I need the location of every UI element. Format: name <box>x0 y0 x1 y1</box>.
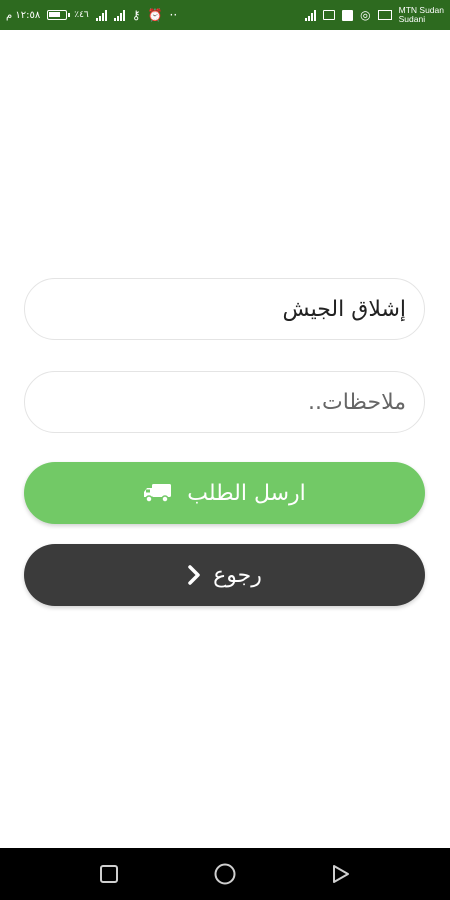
status-bar: ١٢:٥٨ م ٪٤٦ ⚷ ⏰ ·· ◎ MTN Sudan Sudani <box>0 0 450 30</box>
navigation-bar <box>0 848 450 900</box>
dots-icon: ·· <box>169 8 178 22</box>
submit-order-label: ارسل الطلب <box>187 480 306 506</box>
address-field[interactable] <box>24 278 425 340</box>
key-icon: ⚷ <box>131 8 141 22</box>
alarm-icon: ⏰ <box>147 8 163 22</box>
status-bar-left: ١٢:٥٨ م ٪٤٦ ⚷ ⏰ ·· <box>6 9 177 21</box>
carrier-line-2: Sudani <box>398 14 426 24</box>
mail-icon <box>377 10 392 20</box>
signal-icon <box>95 9 107 21</box>
back-button[interactable]: رجوع <box>24 544 425 606</box>
notes-field[interactable] <box>24 371 425 433</box>
image-icon <box>323 10 336 20</box>
back-icon[interactable] <box>328 861 354 887</box>
chevron-right-icon <box>187 564 201 586</box>
home-icon[interactable] <box>212 861 238 887</box>
back-label: رجوع <box>213 562 262 588</box>
square-icon <box>342 9 354 21</box>
address-input[interactable] <box>43 296 406 322</box>
notes-input[interactable] <box>43 389 406 415</box>
signal-icon <box>113 9 125 21</box>
submit-order-button[interactable]: ارسل الطلب <box>24 462 425 524</box>
clock: ١٢:٥٨ م <box>6 9 41 21</box>
delivery-truck-icon <box>143 481 175 505</box>
battery-percent: ٪٤٦ <box>74 10 89 20</box>
carrier-name: MTN Sudan Sudani <box>399 6 444 24</box>
battery-icon <box>47 10 71 20</box>
chat-icon: ◎ <box>360 8 371 22</box>
signal-bars-icon <box>305 9 317 21</box>
status-bar-right: ◎ MTN Sudan Sudani <box>305 6 444 24</box>
recents-icon[interactable] <box>96 861 122 887</box>
